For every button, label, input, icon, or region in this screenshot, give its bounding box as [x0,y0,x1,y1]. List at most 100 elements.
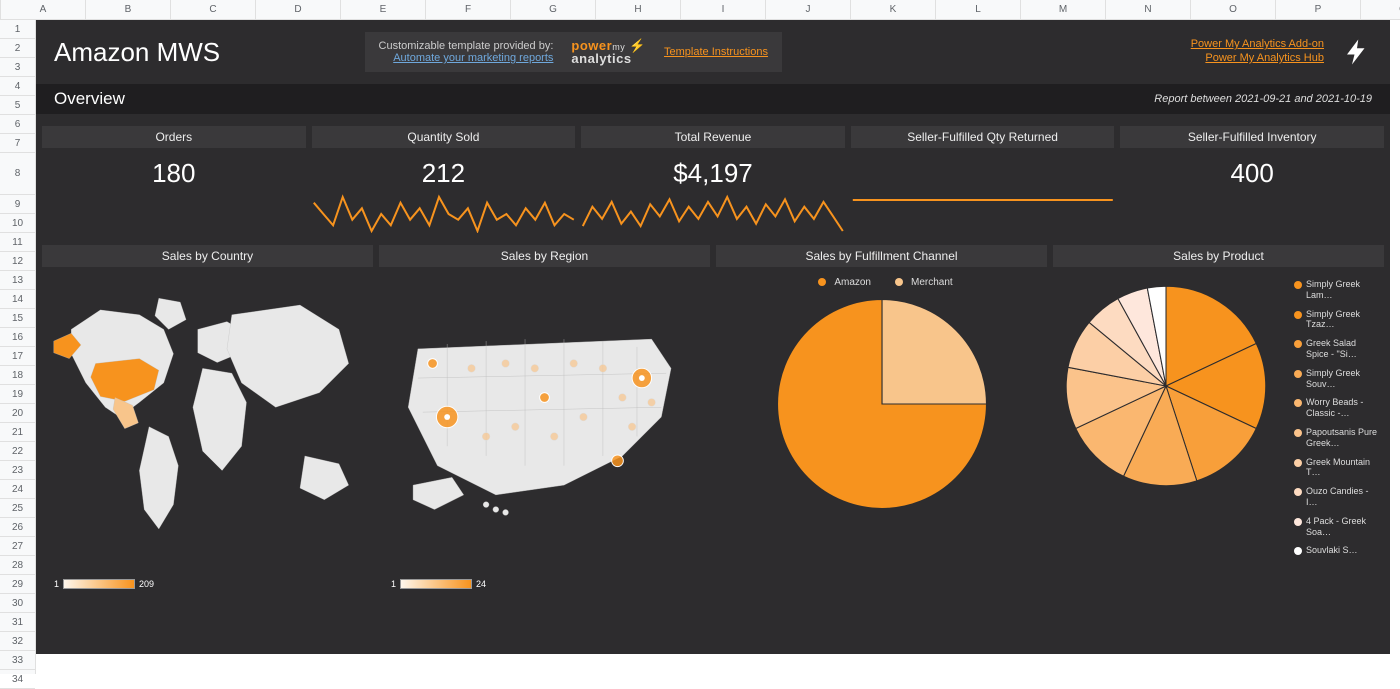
col-header[interactable]: G [511,0,596,19]
col-header[interactable]: L [936,0,1021,19]
template-provided-label: Customizable template provided by: [379,40,554,52]
row-header[interactable]: 4 [0,77,35,96]
col-header[interactable]: E [341,0,426,19]
row-header[interactable]: 10 [0,214,35,233]
kpi-label: Seller-Fulfilled Inventory [1120,126,1384,148]
kpi-label: Seller-Fulfilled Qty Returned [851,126,1115,148]
col-header[interactable]: M [1021,0,1106,19]
page-title: Amazon MWS [54,37,220,68]
sales-by-region-card: Sales by Region [379,245,710,597]
pma-logo: powermy ⚡ analytics [571,38,646,66]
hub-link[interactable]: Power My Analytics Hub [1191,52,1324,64]
row-header[interactable]: 16 [0,328,35,347]
sales-by-country-card: Sales by Country [42,245,373,597]
row-header[interactable]: 20 [0,404,35,423]
row-header[interactable]: 34 [0,670,35,689]
row-header[interactable]: 5 [0,96,35,115]
row-header[interactable]: 22 [0,442,35,461]
col-header[interactable]: C [171,0,256,19]
row-header[interactable]: 24 [0,480,35,499]
column-headers: ABCDEFGHIJKLMNOPQ [0,0,1400,20]
row-header[interactable]: 8 [0,153,35,195]
row-header[interactable]: 9 [0,195,35,214]
product-pie[interactable]: Simply Greek Lam…Simply Greek Tzaz…Greek… [1053,267,1384,597]
legend-item: Greek Salad Spice - "Si… [1294,338,1378,360]
legend-item: Simply Greek Tzaz… [1294,309,1378,331]
row-header[interactable]: 28 [0,556,35,575]
row-header[interactable]: 18 [0,366,35,385]
row-header[interactable]: 32 [0,632,35,651]
row-header[interactable]: 29 [0,575,35,594]
right-links: Power My Analytics Add-on Power My Analy… [1191,38,1324,66]
world-map[interactable]: 1 209 [42,267,373,597]
row-header[interactable]: 17 [0,347,35,366]
legend-item: Souvlaki S… [1294,545,1378,556]
kpi-card: Total Revenue$4,197 [581,126,845,233]
row-header[interactable]: 12 [0,252,35,271]
row-header[interactable]: 13 [0,271,35,290]
fulfillment-legend: AmazonMerchant [716,267,1047,294]
kpi-value [851,148,1115,162]
row-header[interactable]: 7 [0,134,35,153]
sparkline [581,193,845,233]
col-header[interactable]: Q [1361,0,1400,19]
legend-item: 4 Pack - Greek Soa… [1294,516,1378,538]
row-header[interactable]: 6 [0,115,35,134]
chart-title: Sales by Region [379,245,710,267]
us-map[interactable]: 1 24 [379,267,710,597]
row-header[interactable]: 1 [0,20,35,39]
kpi-card: Orders180 [42,126,306,233]
row-header[interactable]: 11 [0,233,35,252]
row-header[interactable]: 14 [0,290,35,309]
col-header[interactable]: F [426,0,511,19]
row-header[interactable]: 19 [0,385,35,404]
col-header[interactable]: B [86,0,171,19]
row-header[interactable]: 25 [0,499,35,518]
row-header[interactable]: 31 [0,613,35,632]
row-header[interactable]: 23 [0,461,35,480]
kpi-card: Seller-Fulfilled Qty Returned [851,126,1115,233]
col-header[interactable]: P [1276,0,1361,19]
col-header[interactable]: A [1,0,86,19]
legend-item: Greek Mountain T… [1294,457,1378,479]
legend-item: Papoutsanis Pure Greek… [1294,427,1378,449]
col-header[interactable]: N [1106,0,1191,19]
dashboard: Amazon MWS Customizable template provide… [36,20,1390,654]
overview-title: Overview [54,89,125,109]
top-banner: Amazon MWS Customizable template provide… [36,20,1390,84]
sparkline [312,193,576,233]
col-header[interactable]: O [1191,0,1276,19]
row-header[interactable]: 33 [0,651,35,670]
legend-item: Worry Beads - Classic -… [1294,397,1378,419]
sales-by-product-card: Sales by Product Simply Greek Lam…Simply… [1053,245,1384,597]
col-header[interactable]: K [851,0,936,19]
kpi-value: $4,197 [581,148,845,193]
chart-title: Sales by Country [42,245,373,267]
country-scale: 1 209 [54,579,154,589]
automate-link[interactable]: Automate your marketing reports [379,52,554,64]
row-header[interactable]: 21 [0,423,35,442]
overview-bar: Overview Report between 2021-09-21 and 2… [36,84,1390,114]
kpi-row: Orders180 Quantity Sold212Total Revenue$4… [36,114,1390,233]
row-header[interactable]: 30 [0,594,35,613]
row-header[interactable]: 2 [0,39,35,58]
spreadsheet-frame: ABCDEFGHIJKLMNOPQ 1234567891011121314151… [0,0,1400,674]
col-header[interactable]: J [766,0,851,19]
kpi-label: Orders [42,126,306,148]
col-header[interactable]: I [681,0,766,19]
row-header[interactable]: 27 [0,537,35,556]
addon-link[interactable]: Power My Analytics Add-on [1191,38,1324,50]
row-header[interactable]: 26 [0,518,35,537]
col-header[interactable]: D [256,0,341,19]
bolt-icon [1342,34,1372,70]
sales-by-fulfillment-card: Sales by Fulfillment Channel AmazonMerch… [716,245,1047,597]
kpi-value: 212 [312,148,576,193]
fulfillment-pie[interactable]: AmazonMerchant [716,267,1047,597]
chart-title: Sales by Product [1053,245,1384,267]
col-header[interactable]: H [596,0,681,19]
template-instructions-link[interactable]: Template Instructions [664,46,768,58]
legend-item: Merchant [887,277,953,288]
row-header[interactable]: 3 [0,58,35,77]
row-header[interactable]: 15 [0,309,35,328]
kpi-label: Quantity Sold [312,126,576,148]
